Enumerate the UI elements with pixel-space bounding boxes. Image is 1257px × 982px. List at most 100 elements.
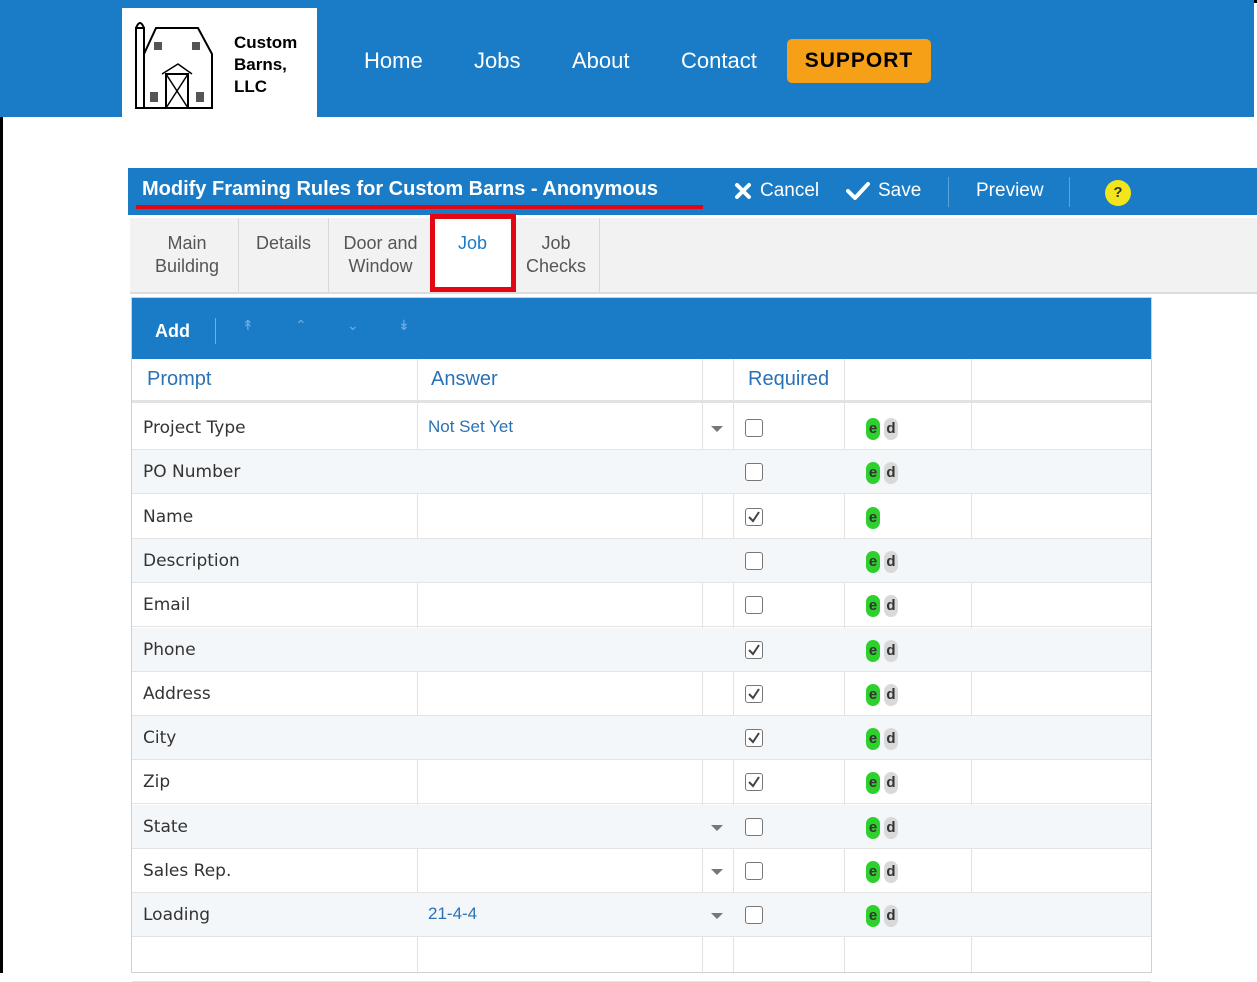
edit-button[interactable]: e	[866, 550, 880, 573]
move-up-icon[interactable]: ⌃	[295, 317, 307, 334]
table-row[interactable]: Phone e d	[132, 627, 1151, 672]
nav-about-link[interactable]: About	[572, 48, 630, 74]
required-checkbox[interactable]	[745, 684, 763, 703]
required-checkbox[interactable]	[745, 862, 763, 880]
table-row[interactable]: Email e d	[132, 583, 1151, 628]
grid-toolbar: Add ↟ ⌃ ⌄ ↡	[132, 298, 1151, 359]
dropdown-arrow-icon[interactable]	[711, 913, 723, 920]
column-header-required[interactable]: Required	[748, 368, 829, 391]
dropdown-arrow-icon[interactable]	[711, 426, 723, 432]
table-row[interactable]: Sales Rep. e d	[132, 849, 1151, 893]
prompt-cell: PO Number	[143, 462, 241, 483]
logo-text: Custom Barns, LLC	[234, 32, 297, 98]
table-row[interactable]: Zip e d	[132, 760, 1151, 805]
edit-button[interactable]: e	[866, 683, 880, 706]
tab-job-checks[interactable]: Job Checks	[513, 218, 600, 292]
required-checkbox[interactable]	[745, 640, 763, 659]
tab-details[interactable]: Details	[239, 218, 329, 292]
delete-button[interactable]: d	[884, 728, 898, 751]
table-row[interactable]: Name e	[132, 495, 1151, 539]
prompt-cell: Loading	[143, 905, 211, 926]
table-row[interactable]: PO Number e d	[132, 450, 1151, 495]
delete-button[interactable]: d	[884, 418, 898, 440]
page-title: Modify Framing Rules for Custom Barns - …	[142, 178, 658, 200]
help-icon[interactable]: ?	[1105, 180, 1131, 206]
tab-label: Job	[541, 233, 571, 253]
company-logo[interactable]: Custom Barns, LLC	[122, 8, 317, 120]
tab-label: Window	[348, 256, 413, 276]
required-checkbox[interactable]	[745, 729, 763, 748]
edit-button[interactable]: e	[866, 816, 880, 839]
nav-contact-link[interactable]: Contact	[681, 48, 757, 74]
delete-button[interactable]: d	[884, 905, 898, 928]
job-rules-grid: Add ↟ ⌃ ⌄ ↡ Prompt Answer Required Proje…	[131, 297, 1152, 982]
required-checkbox[interactable]	[745, 906, 763, 925]
tab-label: Building	[154, 256, 220, 276]
delete-button[interactable]: d	[884, 816, 898, 839]
required-checkbox[interactable]	[745, 419, 763, 437]
tab-main-building[interactable]: Main Building	[136, 218, 239, 292]
required-checkbox[interactable]	[745, 596, 763, 615]
prompt-cell: State	[143, 816, 188, 837]
nav-home-link[interactable]: Home	[364, 48, 423, 74]
toolbar-divider	[215, 318, 216, 344]
answer-cell[interactable]: 21-4-4	[428, 904, 477, 924]
delete-button[interactable]: d	[884, 462, 898, 485]
prompt-cell: Name	[143, 506, 194, 527]
required-checkbox[interactable]	[745, 773, 763, 792]
edit-button[interactable]: e	[866, 506, 880, 529]
edit-button[interactable]: e	[866, 772, 880, 795]
dropdown-arrow-icon[interactable]	[711, 824, 723, 831]
edit-button[interactable]: e	[866, 728, 880, 751]
add-button[interactable]: Add	[155, 321, 190, 342]
required-checkbox[interactable]	[745, 463, 763, 482]
support-button[interactable]: SUPPORT	[787, 39, 931, 83]
preview-button[interactable]: Preview	[976, 180, 1044, 202]
prompt-cell: Project Type	[143, 418, 246, 438]
answer-cell[interactable]: Not Set Yet	[428, 417, 513, 437]
save-button[interactable]: Save	[846, 180, 921, 202]
tab-door-and-window[interactable]: Door and Window	[329, 218, 433, 292]
move-to-bottom-icon[interactable]: ↡	[398, 317, 410, 334]
preview-label: Preview	[976, 180, 1044, 201]
column-header-prompt[interactable]: Prompt	[147, 368, 211, 391]
delete-button[interactable]: d	[884, 550, 898, 573]
table-row[interactable]: Description e d	[132, 538, 1151, 583]
table-row[interactable]: City e d	[132, 716, 1151, 761]
nav-jobs-link[interactable]: Jobs	[474, 48, 520, 74]
delete-button[interactable]: d	[884, 639, 898, 662]
delete-button[interactable]: d	[884, 772, 898, 795]
required-checkbox[interactable]	[745, 817, 763, 836]
table-row[interactable]: State e d	[132, 804, 1151, 849]
tab-label: Details	[255, 233, 312, 253]
table-row[interactable]: Loading 21-4-4 e d	[132, 893, 1151, 938]
tab-bar: Main Building Details Door and Window Jo…	[130, 218, 1257, 294]
column-header-answer[interactable]: Answer	[431, 368, 498, 391]
checkmark-icon	[846, 182, 870, 200]
cancel-button[interactable]: Cancel	[734, 180, 819, 202]
empty-row	[132, 938, 1151, 982]
delete-button[interactable]: d	[884, 861, 898, 883]
tab-label: Door and	[343, 233, 418, 253]
move-down-icon[interactable]: ⌄	[347, 317, 359, 334]
table-row[interactable]: Project Type Not Set Yet e d	[132, 406, 1151, 450]
save-label: Save	[878, 180, 922, 201]
move-to-top-icon[interactable]: ↟	[242, 317, 254, 334]
required-checkbox[interactable]	[745, 551, 763, 570]
prompt-cell: Phone	[143, 639, 196, 660]
prompt-cell: Zip	[143, 772, 171, 793]
logo-line-2: Barns,	[234, 55, 287, 74]
dropdown-arrow-icon[interactable]	[711, 869, 723, 875]
delete-button[interactable]: d	[884, 595, 898, 618]
delete-button[interactable]: d	[884, 683, 898, 706]
edit-button[interactable]: e	[866, 418, 880, 440]
edit-button[interactable]: e	[866, 861, 880, 883]
edit-button[interactable]: e	[866, 639, 880, 662]
edit-button[interactable]: e	[866, 462, 880, 485]
edit-button[interactable]: e	[866, 595, 880, 618]
required-checkbox[interactable]	[745, 507, 763, 526]
edit-button[interactable]: e	[866, 905, 880, 928]
barn-icon	[135, 22, 213, 109]
table-row[interactable]: Address e d	[132, 672, 1151, 716]
grid-header-row: Prompt Answer Required	[132, 359, 1151, 403]
